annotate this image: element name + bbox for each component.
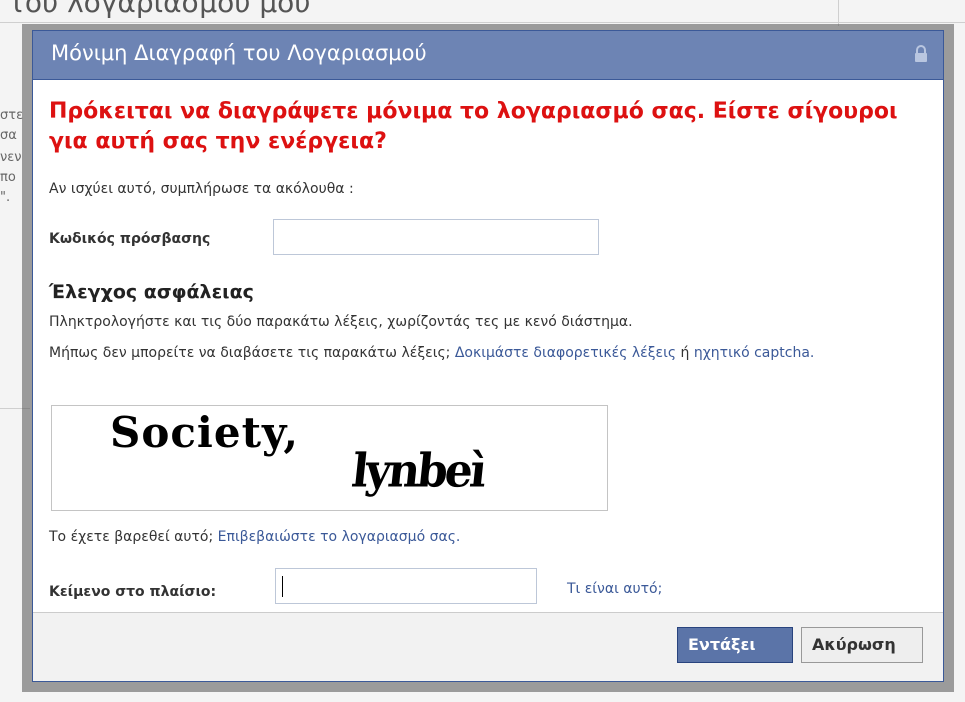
verify-account-link[interactable]: Επιβεβαιώστε το λογαριασμό σας.	[218, 529, 461, 545]
password-label: Κωδικός πρόσβασης	[49, 231, 211, 247]
ok-button[interactable]: Εντάξει	[677, 627, 793, 663]
what-is-this-link[interactable]: Τι είναι αυτό;	[567, 581, 662, 597]
captcha-word-1: Society,	[110, 408, 300, 457]
try-other-words-link[interactable]: Δοκιμάστε διαφορετικές λέξεις	[455, 345, 676, 361]
dialog-title: Μόνιμη Διαγραφή του Λογαριασμού	[51, 41, 427, 65]
cancel-button[interactable]: Ακύρωση	[801, 627, 923, 663]
divider	[0, 22, 965, 23]
background-page-title: του λογαριασμού μου	[8, 0, 311, 19]
captcha-text-label: Κείμενο στο πλαίσιο:	[49, 584, 217, 600]
lock-icon	[915, 45, 927, 62]
cant-read-text: Μήπως δεν μπορείτε να διαβάσετε τις παρα…	[49, 345, 451, 361]
or-text: ή	[680, 345, 690, 361]
divider	[838, 0, 839, 26]
audio-captcha-link[interactable]: ηχητικό captcha.	[694, 345, 815, 361]
captcha-text-input[interactable]	[275, 568, 537, 604]
captcha-word-2: lynbeì	[349, 444, 487, 499]
security-check-heading: Έλεγχος ασφάλειας	[49, 281, 254, 303]
captcha-help-text: Μήπως δεν μπορείτε να διαβάσετε τις παρα…	[49, 340, 929, 366]
dialog-header: Μόνιμη Διαγραφή του Λογαριασμού	[33, 31, 943, 80]
delete-warning: Πρόκειται να διαγράψετε μόνιμα το λογαρι…	[49, 99, 898, 154]
text-cursor	[282, 576, 283, 597]
captcha-image: Society, lynbeì	[51, 405, 608, 511]
dialog-footer: Εντάξει Ακύρωση	[33, 612, 943, 681]
security-instruction: Πληκτρολογήστε και τις δύο παρακάτω λέξε…	[49, 314, 633, 330]
intro-text: Αν ισχύει αυτό, συμπλήρωσε τα ακόλουθα :	[49, 181, 354, 197]
verify-account-text: Το έχετε βαρεθεί αυτό; Επιβεβαιώστε το λ…	[49, 529, 460, 545]
password-field[interactable]	[273, 219, 599, 255]
tired-text: Το έχετε βαρεθεί αυτό;	[49, 529, 214, 545]
delete-account-dialog: Μόνιμη Διαγραφή του Λογαριασμού Πρόκειτα…	[32, 30, 944, 682]
